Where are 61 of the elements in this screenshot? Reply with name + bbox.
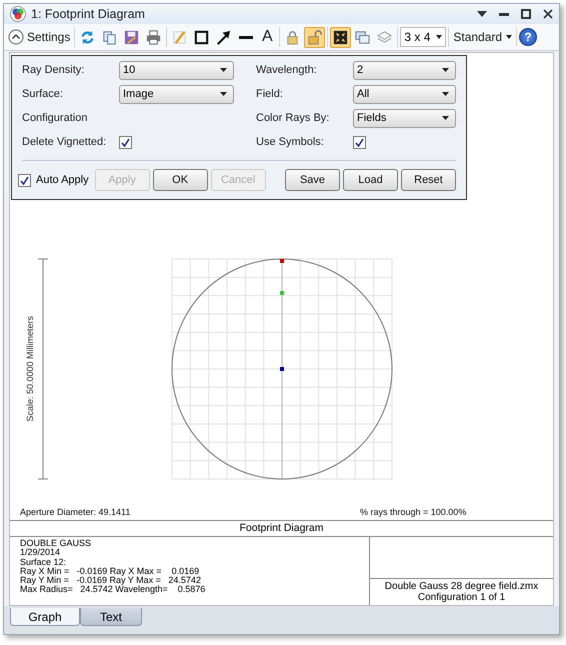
- diagram-title: Footprint Diagram: [10, 520, 553, 537]
- caret-icon: [436, 35, 442, 39]
- copy-icon: [101, 28, 118, 46]
- dropdown-field[interactable]: Image: [119, 84, 234, 104]
- app-logo-icon: [10, 6, 26, 22]
- caret-icon: [442, 92, 449, 96]
- fit-tool-button[interactable]: [330, 26, 352, 48]
- maximize-icon[interactable]: [521, 9, 531, 19]
- chevron-icon: [8, 29, 24, 45]
- dialog-button[interactable]: Save: [285, 169, 340, 191]
- dropdown-field[interactable]: Fields: [353, 108, 456, 128]
- field-label: Wavelength:: [256, 64, 318, 76]
- rect-icon: [193, 28, 210, 46]
- caret-icon: [442, 116, 449, 120]
- help-button[interactable]: ?: [519, 28, 538, 46]
- minimize-icon[interactable]: [499, 12, 509, 16]
- tab[interactable]: Graph: [10, 608, 80, 626]
- layers-icon: [376, 28, 394, 46]
- dialog-button[interactable]: Load: [343, 169, 398, 191]
- tab[interactable]: Text: [80, 608, 142, 626]
- field-label: Color Rays By:: [256, 112, 330, 124]
- dropdown-field[interactable]: All: [353, 84, 456, 104]
- layout-dropdown[interactable]: 3 x 4: [400, 27, 446, 47]
- window-title: 1: Footprint Diagram: [31, 7, 145, 21]
- close-icon[interactable]: [543, 9, 553, 19]
- pencil-icon: [171, 28, 188, 46]
- dialog-button[interactable]: OK: [152, 169, 208, 191]
- checkbox[interactable]: [119, 136, 132, 148]
- field-label: Ray Density:: [22, 64, 86, 76]
- dialog-button[interactable]: Reset: [401, 169, 456, 191]
- settings-button[interactable]: Settings: [6, 27, 72, 47]
- dropdown-arrow-icon[interactable]: [477, 11, 487, 17]
- windows-icon: [354, 28, 372, 46]
- unlock-icon: [306, 28, 324, 46]
- info-text: DOUBLE GAUSS 1/29/2014 Surface 12: Ray X Min = -0.0169 Ray X Max = 0.0169 Ray Y Min = -0.0169 Ray Y Max = 24.5742 Max Radius= 24.5742 Wavelength= 0.5876: [10, 537, 370, 605]
- arrow-icon: [215, 28, 232, 46]
- checkbox[interactable]: [18, 174, 31, 186]
- caret-icon: [220, 68, 227, 72]
- field-label: Use Symbols:: [256, 136, 325, 148]
- aperture-diameter-label: Aperture Diameter: 49.1411: [20, 507, 130, 517]
- caret-icon: [442, 68, 449, 72]
- text-tool-button[interactable]: A: [257, 27, 278, 47]
- rays-through-label: % rays through = 100.00%: [360, 507, 466, 517]
- save-icon: [123, 28, 140, 46]
- standard-menu-button[interactable]: Standard: [451, 28, 514, 46]
- caret-icon: [506, 35, 512, 39]
- print-icon: [145, 28, 162, 46]
- file-info: Double Gauss 28 degree field.zmx Configuration 1 of 1: [384, 580, 540, 605]
- field-label: Surface:: [22, 88, 64, 100]
- fit-icon: [332, 28, 350, 46]
- field-label: Configuration: [22, 112, 88, 124]
- scale-label: Scale: 50.0000 Millimeters: [25, 316, 35, 422]
- unlock-tool-button[interactable]: [304, 26, 326, 48]
- dropdown-field[interactable]: 10: [119, 60, 234, 80]
- field-label: Delete Vignetted:: [22, 136, 108, 148]
- dropdown-field[interactable]: 2: [353, 60, 456, 80]
- refresh-icon: [79, 28, 96, 46]
- auto-apply-label: Auto Apply: [36, 174, 89, 186]
- caret-icon: [220, 92, 227, 96]
- field-label: Field:: [256, 88, 284, 100]
- checkbox[interactable]: [353, 136, 366, 148]
